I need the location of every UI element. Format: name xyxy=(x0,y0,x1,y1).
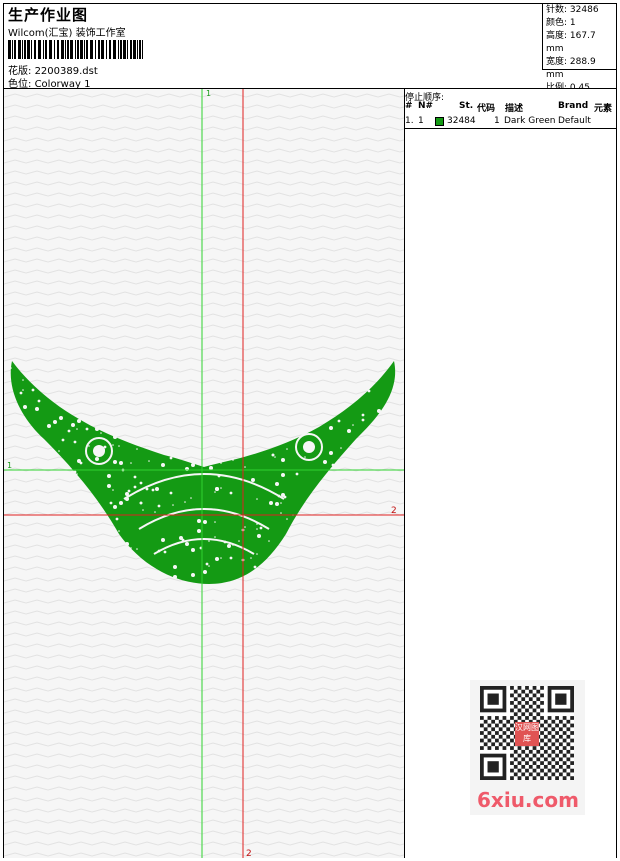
stat-height-label: 高度: xyxy=(546,31,568,41)
watermark-text: 6xiu.com xyxy=(477,788,579,812)
design-canvas[interactable]: 1 1 2 2 xyxy=(4,89,404,858)
green-vertical-label: 1 xyxy=(206,89,211,98)
stat-width: 宽度: 288.9 mm xyxy=(546,56,616,82)
design-svg: 1 1 2 2 xyxy=(4,89,404,858)
row-code: 1 xyxy=(494,116,500,126)
software-subtitle: Wilcom(汇宝) 装饰工作室 xyxy=(8,28,126,39)
col-element: 元素 xyxy=(594,104,613,114)
stat-stitches-value: 32486 xyxy=(569,5,599,15)
watermark-stamp: 汉网图库 xyxy=(515,722,539,746)
row-stitches: 32484 xyxy=(447,116,476,126)
red-horizontal-label: 2 xyxy=(391,506,397,516)
row-brand: Default xyxy=(558,116,591,126)
green-horizontal-label: 1 xyxy=(7,461,12,470)
stat-stitches-label: 针数: xyxy=(546,5,568,15)
page-title: 生产作业图 xyxy=(8,6,89,24)
stat-height: 高度: 167.7 mm xyxy=(546,30,616,56)
header: 生产作业图 Wilcom(汇宝) 装饰工作室 花版: 2200389.dst 色… xyxy=(4,4,616,93)
colorway-line: 色位: Colorway 1 xyxy=(8,75,90,90)
stop-table-header: # N# St. 代码 描述 Brand 元素 xyxy=(405,101,616,115)
stat-stitches: 针数: 32486 xyxy=(546,4,616,17)
table-row[interactable]: 1. 1 32484 1 Dark Green Default xyxy=(405,116,616,128)
col-stitches: St. xyxy=(459,101,474,111)
stat-colors-label: 颜色: xyxy=(546,18,568,28)
stats-box: 针数: 32486 颜色: 1 高度: 167.7 mm 宽度: 288.9 m… xyxy=(542,4,616,93)
red-vertical-label: 2 xyxy=(246,849,252,858)
col-description: 描述 xyxy=(505,104,524,114)
row-description: Dark Green xyxy=(504,116,556,126)
row-index: 1. xyxy=(405,116,414,126)
stat-colors-value: 1 xyxy=(569,18,576,28)
barcode xyxy=(8,40,143,59)
col-brand: Brand xyxy=(558,101,589,111)
table-separator xyxy=(405,128,616,129)
watermark: 汉网图库 6xiu.com xyxy=(470,680,585,815)
color-swatch xyxy=(435,117,444,126)
col-index: # xyxy=(405,101,413,111)
col-needle: N# xyxy=(418,101,434,111)
col-code: 代码 xyxy=(477,104,496,114)
stat-width-label: 宽度: xyxy=(546,57,568,67)
stat-colors: 颜色: 1 xyxy=(546,17,616,30)
row-needle: 1 xyxy=(418,116,424,126)
